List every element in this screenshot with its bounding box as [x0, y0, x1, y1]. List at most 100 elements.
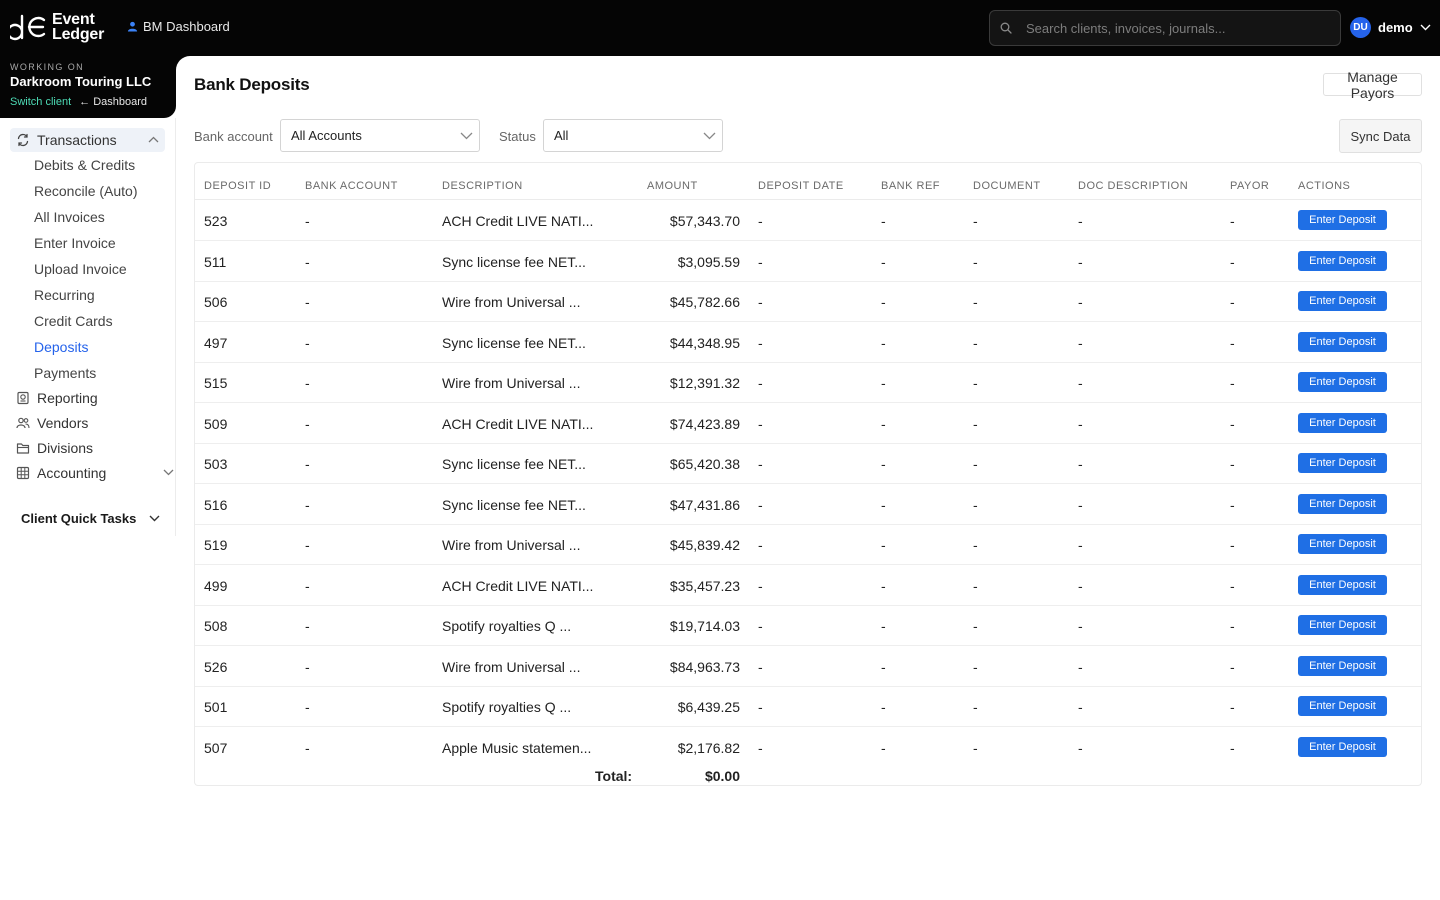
sidebar-item-recurring[interactable]: Recurring: [34, 287, 95, 303]
enter-deposit-button[interactable]: Enter Deposit: [1298, 210, 1387, 230]
bank-account-select[interactable]: All Accounts: [280, 119, 480, 152]
enter-deposit-button[interactable]: Enter Deposit: [1298, 331, 1387, 352]
chevron-down-icon: [1420, 24, 1431, 31]
column-header-description[interactable]: DESCRIPTION: [442, 180, 523, 192]
enter-deposit-button[interactable]: Enter Deposit: [1298, 534, 1387, 554]
cell-bank-ref: -: [881, 496, 886, 513]
enter-deposit-button[interactable]: Enter Deposit: [1298, 696, 1387, 716]
nav-divisions[interactable]: Divisions: [16, 440, 93, 456]
cell-deposit-id: 519: [204, 537, 228, 553]
switch-client-link[interactable]: Switch client: [10, 96, 71, 108]
cell-description: Wire from Universal ...: [442, 658, 581, 675]
cell-description: Sync license fee NET...: [442, 334, 586, 351]
enter-deposit-button[interactable]: Enter Deposit: [1298, 574, 1387, 595]
enter-deposit-button[interactable]: Enter Deposit: [1298, 250, 1387, 271]
manage-payors-button[interactable]: Manage Payors: [1323, 69, 1422, 101]
sidebar-item-upload-invoice[interactable]: Upload Invoice: [34, 261, 127, 277]
page-title: Bank Deposits: [194, 75, 310, 94]
column-header-bank-account[interactable]: BANK ACCOUNT: [305, 180, 398, 192]
search-input[interactable]: [1026, 20, 1326, 36]
cell-deposit-date: -: [758, 375, 763, 391]
cell-bank-account: -: [305, 739, 310, 756]
cell-document: -: [973, 415, 978, 432]
cell-doc-description: -: [1078, 213, 1083, 229]
global-search[interactable]: [989, 10, 1341, 46]
enter-deposit-button[interactable]: Enter Deposit: [1298, 493, 1387, 514]
sidebar-item-reconcile[interactable]: Reconcile (Auto): [34, 183, 138, 199]
back-to-dashboard-link[interactable]: ← Dashboard: [79, 96, 147, 108]
nav-transactions[interactable]: Transactions: [10, 128, 165, 152]
column-header-deposit-id[interactable]: DEPOSIT ID: [204, 180, 271, 192]
cell-description: Sync license fee NET...: [442, 496, 586, 513]
sync-data-button[interactable]: Sync Data: [1339, 119, 1422, 153]
cell-bank-ref: -: [881, 294, 886, 310]
table-row: 499 - ACH Credit LIVE NATI... $35,457.23 - - -…: [195, 565, 1421, 606]
cell-doc-description: -: [1078, 334, 1083, 351]
cell-amount: $47,431.86: [669, 496, 740, 513]
cell-document: -: [973, 699, 978, 715]
table-row: 515 - Wire from Universal ... $12,391.32 - - -…: [195, 362, 1421, 403]
vendors-icon: [16, 417, 30, 429]
chevron-down-icon: [460, 132, 473, 140]
sidebar-item-deposits[interactable]: Deposits: [34, 339, 88, 355]
sidebar-item-all-invoices[interactable]: All Invoices: [34, 209, 105, 225]
cell-deposit-date: -: [758, 334, 763, 351]
cell-bank-ref: -: [881, 375, 886, 391]
column-header-doc-description[interactable]: DOC DESCRIPTION: [1078, 180, 1188, 192]
cell-doc-description: -: [1078, 699, 1083, 715]
status-select[interactable]: All: [543, 119, 723, 152]
enter-deposit-button[interactable]: Enter Deposit: [1298, 453, 1387, 473]
cell-amount: $6,439.25: [677, 699, 740, 715]
column-header-bank-ref[interactable]: BANK REF: [881, 180, 940, 192]
bm-dashboard-link[interactable]: BM Dashboard: [127, 19, 230, 34]
nav-vendors[interactable]: Vendors: [16, 415, 88, 431]
cell-bank-account: -: [305, 699, 310, 715]
user-menu[interactable]: DU demo: [1350, 17, 1431, 38]
cell-deposit-date: -: [758, 496, 763, 513]
enter-deposit-button[interactable]: Enter Deposit: [1298, 615, 1387, 635]
column-header-amount[interactable]: AMOUNT: [647, 180, 698, 192]
sidebar-item-enter-invoice[interactable]: Enter Invoice: [34, 235, 116, 251]
person-icon: [127, 21, 138, 32]
sidebar-item-payments[interactable]: Payments: [34, 365, 96, 381]
cell-bank-account: -: [305, 496, 310, 513]
column-header-payor[interactable]: PAYOR: [1230, 180, 1269, 192]
sidebar-item-credit-cards[interactable]: Credit Cards: [34, 313, 113, 329]
column-header-document[interactable]: DOCUMENT: [973, 180, 1041, 192]
table-row: 519 - Wire from Universal ... $45,839.42 - - -…: [195, 524, 1421, 565]
cell-bank-ref: -: [881, 577, 886, 594]
enter-deposit-button[interactable]: Enter Deposit: [1298, 412, 1387, 433]
cell-document: -: [973, 253, 978, 270]
divisions-icon: [16, 443, 30, 454]
cell-bank-ref: -: [881, 213, 886, 229]
user-name: demo: [1378, 20, 1413, 35]
cell-deposit-id: 523: [204, 213, 228, 229]
reporting-icon: [17, 391, 29, 405]
cell-bank-ref: -: [881, 253, 886, 270]
cell-payor: -: [1230, 699, 1235, 715]
enter-deposit-button[interactable]: Enter Deposit: [1298, 736, 1387, 757]
cell-description: Sync license fee NET...: [442, 253, 586, 270]
enter-deposit-button[interactable]: Enter Deposit: [1298, 372, 1387, 392]
sidebar-item-debits-credits[interactable]: Debits & Credits: [34, 157, 135, 173]
table-row: 508 - Spotify royalties Q ... $19,714.03 - - -…: [195, 605, 1421, 646]
chevron-down-icon: [149, 515, 160, 522]
column-header-deposit-date[interactable]: DEPOSIT DATE: [758, 180, 844, 192]
enter-deposit-button[interactable]: Enter Deposit: [1298, 291, 1387, 311]
table-row: 503 - Sync license fee NET... $65,420.38 - - -…: [195, 443, 1421, 484]
cell-bank-ref: -: [881, 456, 886, 472]
cell-deposit-date: -: [758, 213, 763, 229]
client-name: Darkroom Touring LLC: [10, 74, 152, 89]
sidebar-divider: [175, 118, 176, 536]
client-quick-tasks[interactable]: Client Quick Tasks: [21, 511, 160, 526]
app-logo[interactable]: Event Ledger: [10, 12, 104, 43]
cell-description: ACH Credit LIVE NATI...: [442, 415, 594, 432]
cell-bank-ref: -: [881, 415, 886, 432]
cell-payor: -: [1230, 577, 1235, 594]
cell-deposit-id: 511: [204, 253, 227, 270]
nav-accounting[interactable]: Accounting: [16, 465, 174, 481]
enter-deposit-button[interactable]: Enter Deposit: [1298, 655, 1387, 676]
cell-deposit-id: 506: [204, 294, 228, 310]
nav-reporting[interactable]: Reporting: [16, 390, 98, 406]
cell-document: -: [973, 334, 978, 351]
